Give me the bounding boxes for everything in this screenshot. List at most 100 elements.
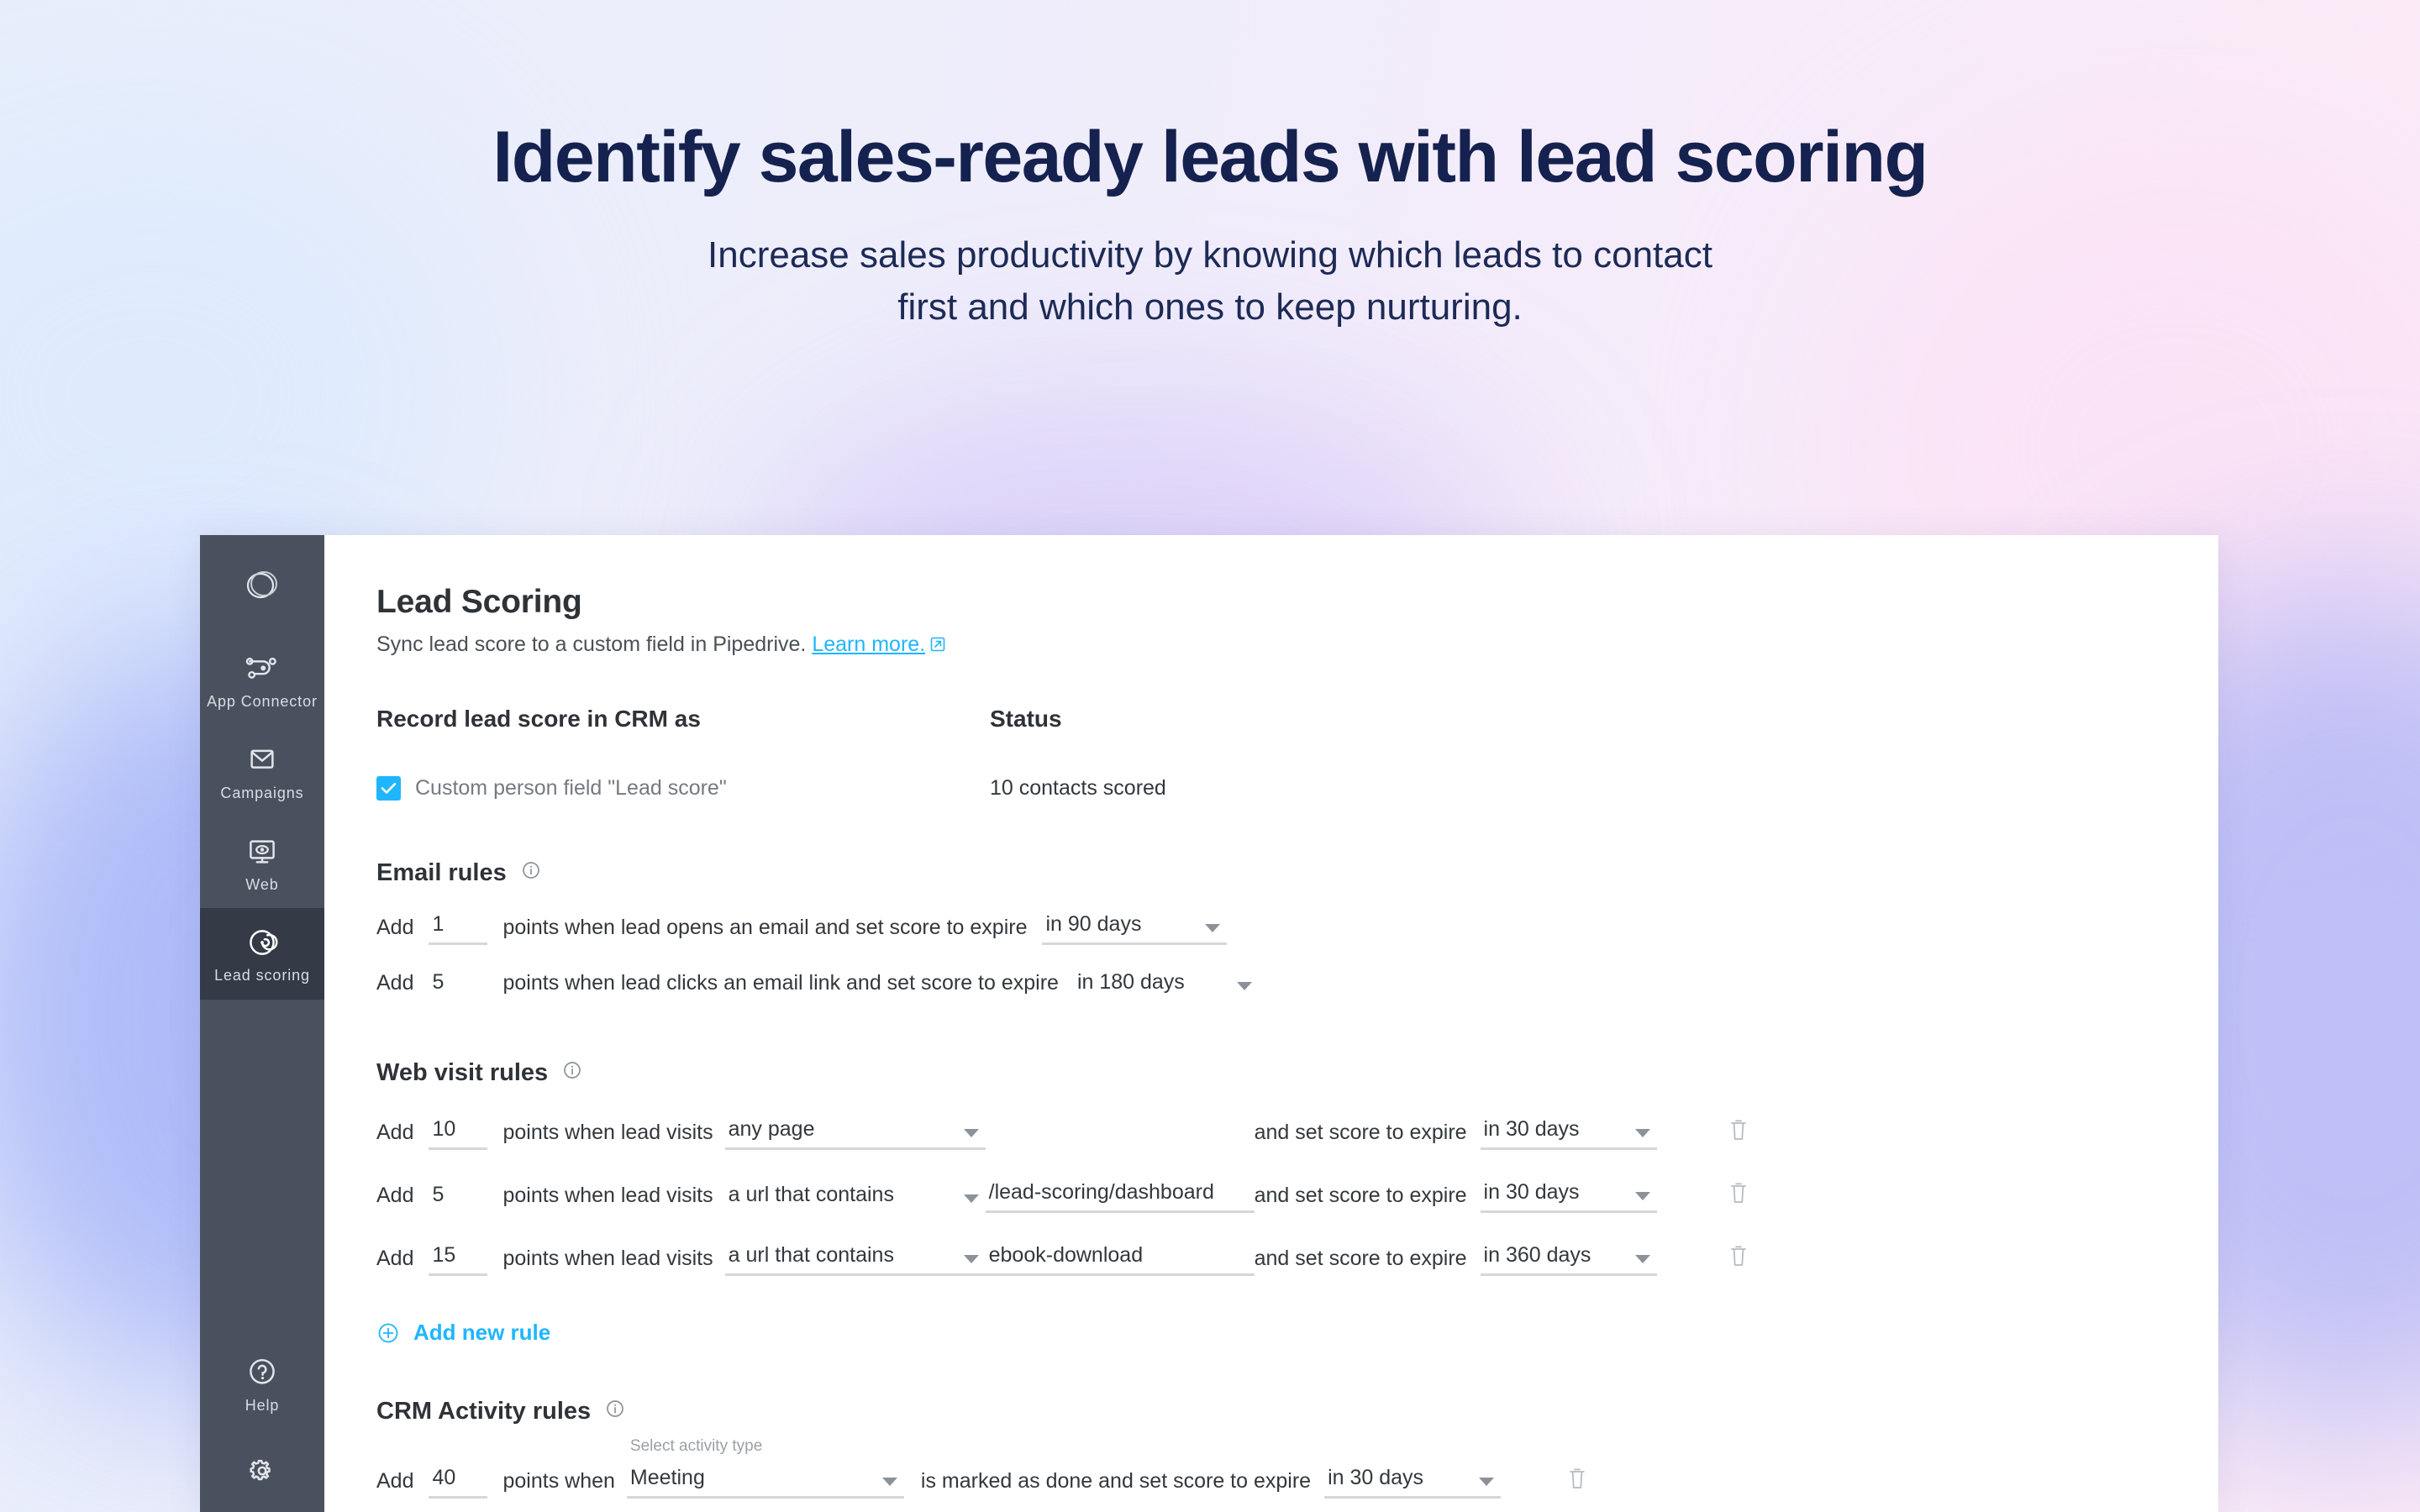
sidebar-item-label: Help (245, 1397, 280, 1415)
expire-label: and set score to expire (1254, 1247, 1467, 1270)
visit-target-select[interactable]: any page (724, 1117, 986, 1150)
sidebar-item-campaigns[interactable]: Campaigns (200, 726, 324, 817)
url-input[interactable]: ebook-download (985, 1243, 1255, 1276)
points-input[interactable]: 1 (429, 912, 488, 945)
points-input[interactable]: 40 (429, 1466, 488, 1499)
radar-target-icon (250, 930, 278, 956)
points-input[interactable]: 10 (429, 1117, 488, 1150)
add-label: Add (376, 916, 414, 939)
expire-select[interactable]: in 30 days (1324, 1466, 1502, 1499)
sidebar-item-settings[interactable] (241, 1436, 283, 1509)
sidebar-item-help[interactable]: Help (241, 1338, 283, 1436)
expire-select-value: in 30 days (1328, 1466, 1424, 1489)
envelope-icon (250, 749, 274, 769)
expire-select-value: in 30 days (1483, 1117, 1580, 1141)
monitor-eye-icon (250, 840, 275, 864)
email-rules-heading: Email rules (376, 859, 2218, 887)
sidebar-item-label: Lead scoring (214, 967, 310, 984)
status-column: Status 10 contacts scored (990, 706, 1494, 801)
sidebar-bottom-nav: Help (200, 1338, 324, 1512)
expire-select[interactable]: in 360 days (1480, 1243, 1657, 1276)
hero-subtitle-line-2: first and which ones to keep nurturing. (897, 286, 1523, 328)
visit-target-select[interactable]: a url that contains (725, 1183, 986, 1213)
delete-rule-button[interactable] (1728, 1180, 1749, 1213)
email-rule-row: Add 5 points when lead clicks an email l… (376, 970, 2218, 1000)
page-title: Identify sales-ready leads with lead sco… (492, 117, 1928, 197)
delete-rule-button[interactable] (1728, 1117, 1749, 1150)
expire-select[interactable]: in 30 days (1480, 1180, 1657, 1213)
web-visit-rules-heading-text: Web visit rules (376, 1059, 549, 1086)
sidebar-item-label: Web (245, 875, 279, 893)
sidebar: App Connector Campaigns Web Lead scoring… (200, 535, 324, 1512)
chevron-down-icon (881, 1478, 897, 1486)
add-new-rule-button[interactable]: Add new rule (376, 1320, 550, 1346)
info-circle-icon[interactable] (521, 859, 541, 887)
chevron-down-icon (963, 1129, 979, 1137)
custom-person-field-checkbox[interactable] (376, 776, 401, 801)
chevron-down-icon (963, 1255, 979, 1263)
expire-select-value: in 180 days (1076, 970, 1185, 994)
web-visit-rule-row: Add 10 points when lead visits any page … (376, 1117, 2218, 1150)
activity-type-value: Meeting (629, 1466, 705, 1489)
web-visit-rules-section: Web visit rules Add 10 points when lead … (376, 1059, 2218, 1346)
check-icon (381, 782, 397, 794)
sidebar-item-app-connector[interactable]: App Connector (200, 634, 324, 726)
summary-columns: Record lead score in CRM as Custom perso… (376, 706, 2218, 801)
rule-text: points when lead clicks an email link an… (502, 971, 1059, 995)
expire-select[interactable]: in 90 days (1042, 912, 1228, 945)
rule-text: points when lead visits (502, 1121, 713, 1144)
activity-tail-label: is marked as done and set score to expir… (920, 1469, 1312, 1493)
learn-more-link[interactable]: Learn more. (812, 633, 925, 656)
crm-activity-rules-section: CRM Activity rules Add 40 points when Se… (376, 1398, 2218, 1499)
web-visit-rule-row: Add 15 points when lead visits a url tha… (376, 1243, 2218, 1276)
expire-select-value: in 360 days (1483, 1243, 1591, 1267)
url-input[interactable] (986, 1144, 1255, 1150)
trash-icon (1730, 1120, 1746, 1140)
chevron-down-icon (1479, 1478, 1495, 1486)
status-column-heading: Status (990, 706, 1062, 732)
delete-rule-button[interactable] (1566, 1466, 1588, 1499)
visit-target-value: a url that contains (728, 1183, 894, 1206)
expire-label: and set score to expire (1254, 1184, 1467, 1207)
points-input[interactable]: 15 (429, 1243, 488, 1276)
info-circle-icon[interactable] (562, 1059, 582, 1087)
expire-select-value: in 30 days (1483, 1180, 1580, 1204)
app-logo[interactable] (200, 535, 324, 634)
email-rules-heading-text: Email rules (376, 859, 507, 886)
visit-target-select[interactable]: a url that contains (724, 1243, 986, 1276)
chevron-down-icon (1236, 982, 1252, 990)
chevron-down-icon (1205, 924, 1221, 932)
content-subtitle: Sync lead score to a custom field in Pip… (376, 633, 2218, 659)
add-label: Add (376, 1121, 414, 1144)
crm-activity-rule-row: Add 40 points when Select activity type … (376, 1437, 2218, 1499)
chevron-down-icon (963, 1194, 979, 1203)
status-value: 10 contacts scored (990, 776, 1166, 800)
points-input[interactable]: 5 (429, 1183, 487, 1213)
rule-text: points when lead visits (502, 1184, 713, 1207)
info-circle-icon[interactable] (605, 1398, 625, 1425)
rule-text: points when (502, 1469, 615, 1493)
record-column: Record lead score in CRM as Custom perso… (376, 706, 990, 801)
chevron-down-icon (1634, 1255, 1650, 1263)
email-rule-row: Add 1 points when lead opens an email an… (376, 912, 2218, 945)
expire-select[interactable]: in 180 days (1074, 970, 1259, 1000)
trash-icon (1730, 1246, 1746, 1266)
web-visit-rules-heading: Web visit rules (376, 1059, 2218, 1087)
points-input[interactable]: 5 (429, 970, 487, 1000)
crm-activity-rules-heading-text: CRM Activity rules (376, 1398, 592, 1425)
sidebar-nav: App Connector Campaigns Web Lead scoring (200, 634, 324, 1000)
sidebar-item-web[interactable]: Web (200, 817, 324, 909)
delete-rule-button[interactable] (1728, 1243, 1749, 1276)
chevron-down-icon (1634, 1129, 1650, 1137)
add-label: Add (376, 1184, 414, 1207)
chevron-down-icon (1634, 1192, 1650, 1200)
url-input[interactable]: /lead-scoring/dashboard (985, 1180, 1255, 1213)
plus-circle-icon (378, 1323, 398, 1342)
expire-select[interactable]: in 30 days (1480, 1117, 1657, 1150)
circles-logo-icon (246, 571, 277, 599)
trash-icon (1570, 1468, 1585, 1488)
sidebar-item-lead-scoring[interactable]: Lead scoring (200, 908, 324, 1000)
activity-type-select[interactable]: Select activity type Meeting (626, 1437, 904, 1499)
add-new-rule-label: Add new rule (413, 1320, 551, 1345)
visit-target-value: a url that contains (728, 1243, 894, 1267)
